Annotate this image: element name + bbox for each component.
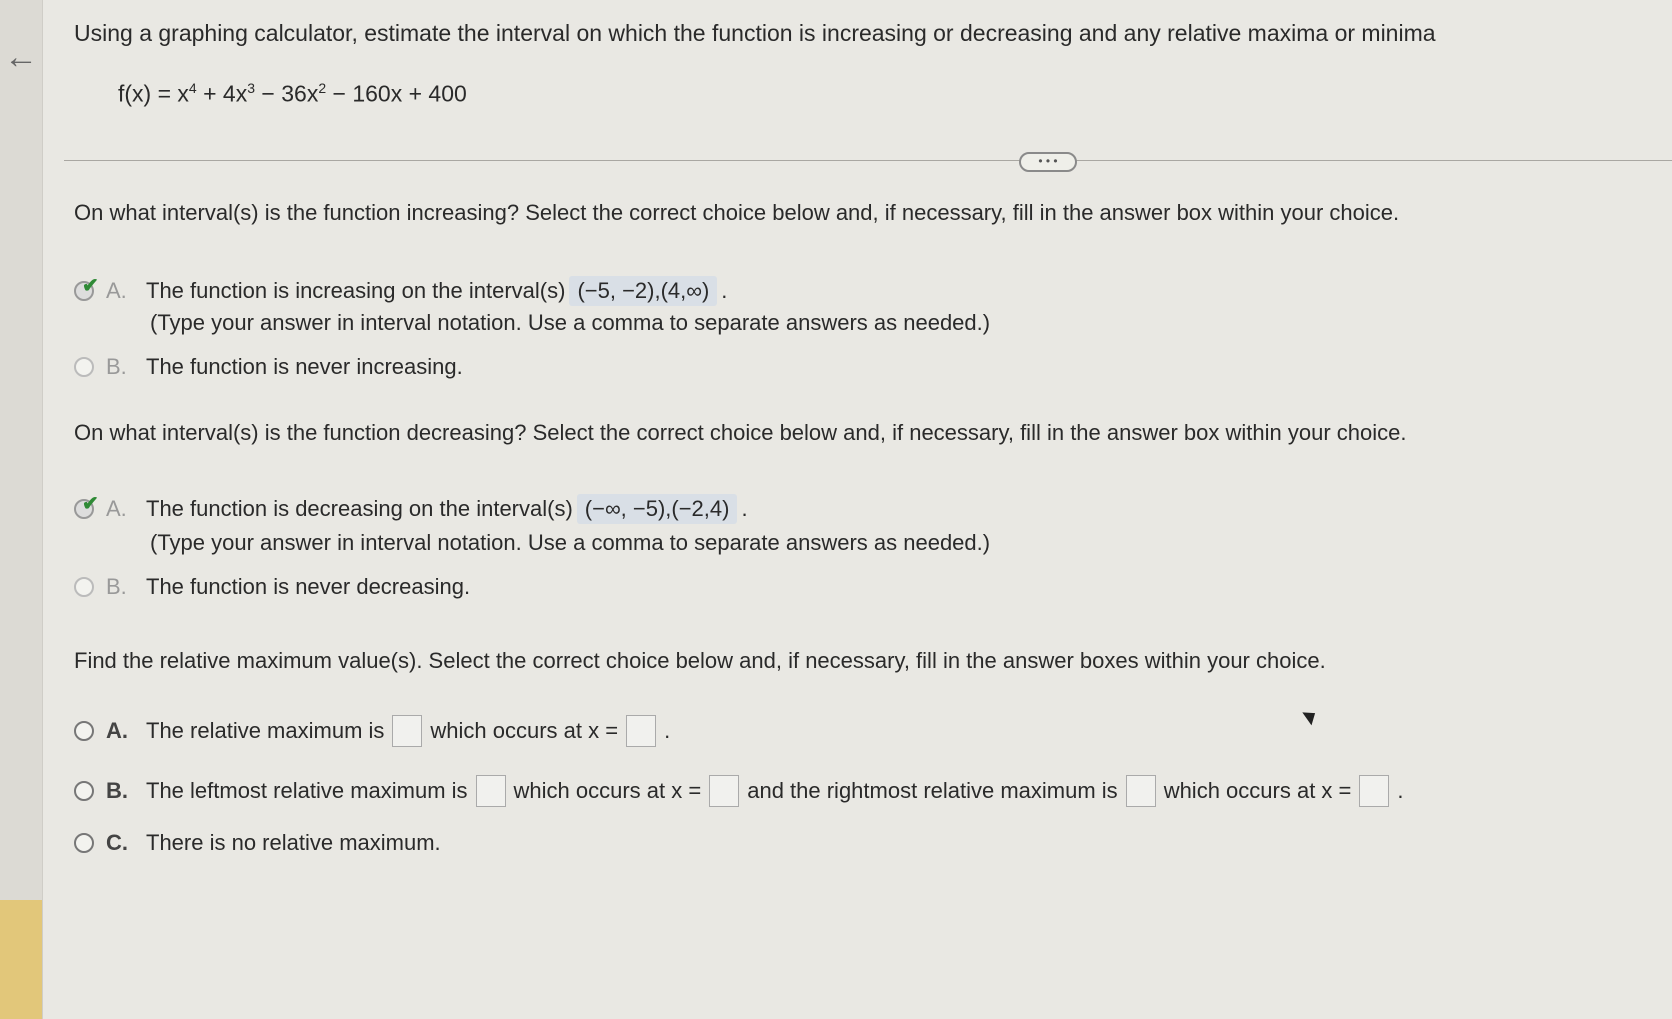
mouse-cursor-icon [1302, 706, 1320, 726]
choice-letter: A. [106, 496, 127, 521]
choice-text: The function is never decreasing. [146, 574, 471, 599]
period: . [1397, 778, 1404, 803]
decreasing-choice-b[interactable]: B. The function is never decreasing. [74, 570, 470, 604]
rightmost-max-value-input[interactable] [1125, 775, 1156, 807]
checkmark-icon: ✔ [82, 493, 99, 515]
increasing-hint: (Type your answer in interval notation. … [150, 310, 991, 335]
choice-text: The function is never increasing. [146, 354, 463, 379]
choice-letter: B. [106, 354, 127, 379]
divider [64, 160, 1672, 161]
radio-increasing-b[interactable] [74, 357, 94, 377]
choice-text: which occurs at x = [513, 778, 702, 803]
checkmark-icon: ✔ [82, 275, 99, 297]
relmax-prompt: Find the relative maximum value(s). Sele… [74, 648, 1326, 673]
relmax-choice-c[interactable]: C. There is no relative maximum. [74, 826, 441, 860]
expand-button[interactable]: • • • [1019, 152, 1077, 172]
rightmost-max-x-input[interactable] [1359, 775, 1390, 807]
relmax-choice-b[interactable]: B. The leftmost relative maximum is whic… [74, 774, 1404, 808]
function-formula: f(x) = x4 + 4x3 − 36x2 − 160x + 400 [118, 80, 467, 107]
period: . [721, 278, 728, 303]
increasing-prompt: On what interval(s) is the function incr… [74, 200, 1400, 225]
leftmost-max-value-input[interactable] [475, 775, 506, 807]
increasing-choice-a[interactable]: ✔ A. The function is increasing on the i… [74, 274, 727, 308]
relmax-value-input[interactable] [392, 715, 423, 747]
choice-text: The function is increasing on the interv… [146, 278, 566, 303]
radio-increasing-a[interactable]: ✔ [74, 275, 99, 301]
choice-text: which occurs at x = [430, 718, 619, 743]
choice-letter: B. [106, 574, 127, 599]
radio-decreasing-b[interactable] [74, 577, 94, 597]
question-title: Using a graphing calculator, estimate th… [74, 20, 1436, 46]
decreasing-hint: (Type your answer in interval notation. … [150, 530, 991, 555]
period: . [741, 496, 748, 521]
choice-text: The relative maximum is [146, 718, 385, 743]
radio-decreasing-a[interactable]: ✔ [74, 493, 99, 519]
increasing-choice-b[interactable]: B. The function is never increasing. [74, 350, 463, 384]
decreasing-prompt: On what interval(s) is the function decr… [74, 420, 1407, 445]
answer-box-decreasing[interactable]: (−∞, −5),(−2,4) [576, 494, 738, 524]
choice-text: There is no relative maximum. [146, 830, 441, 855]
choice-letter: C. [106, 830, 128, 855]
answer-box-increasing[interactable]: (−5, −2),(4,∞) [569, 276, 718, 306]
period: . [664, 718, 671, 743]
radio-relmax-a[interactable] [74, 721, 94, 741]
choice-text: The leftmost relative maximum is [146, 778, 468, 803]
sidebar-accent [0, 900, 42, 1019]
choice-text: and the rightmost relative maximum is [747, 778, 1118, 803]
choice-letter: A. [106, 278, 127, 303]
arrow-left-icon[interactable]: ← [4, 40, 38, 74]
radio-relmax-b[interactable] [74, 781, 94, 801]
choice-letter: A. [106, 718, 128, 743]
left-sidebar [0, 0, 43, 1019]
choice-text: The function is decreasing on the interv… [146, 496, 573, 521]
choice-letter: B. [106, 778, 128, 803]
relmax-choice-a[interactable]: A. The relative maximum is which occurs … [74, 714, 670, 748]
leftmost-max-x-input[interactable] [709, 775, 740, 807]
decreasing-choice-a[interactable]: ✔ A. The function is decreasing on the i… [74, 492, 748, 526]
radio-relmax-c[interactable] [74, 833, 94, 853]
choice-text: which occurs at x = [1163, 778, 1352, 803]
relmax-x-input[interactable] [626, 715, 657, 747]
